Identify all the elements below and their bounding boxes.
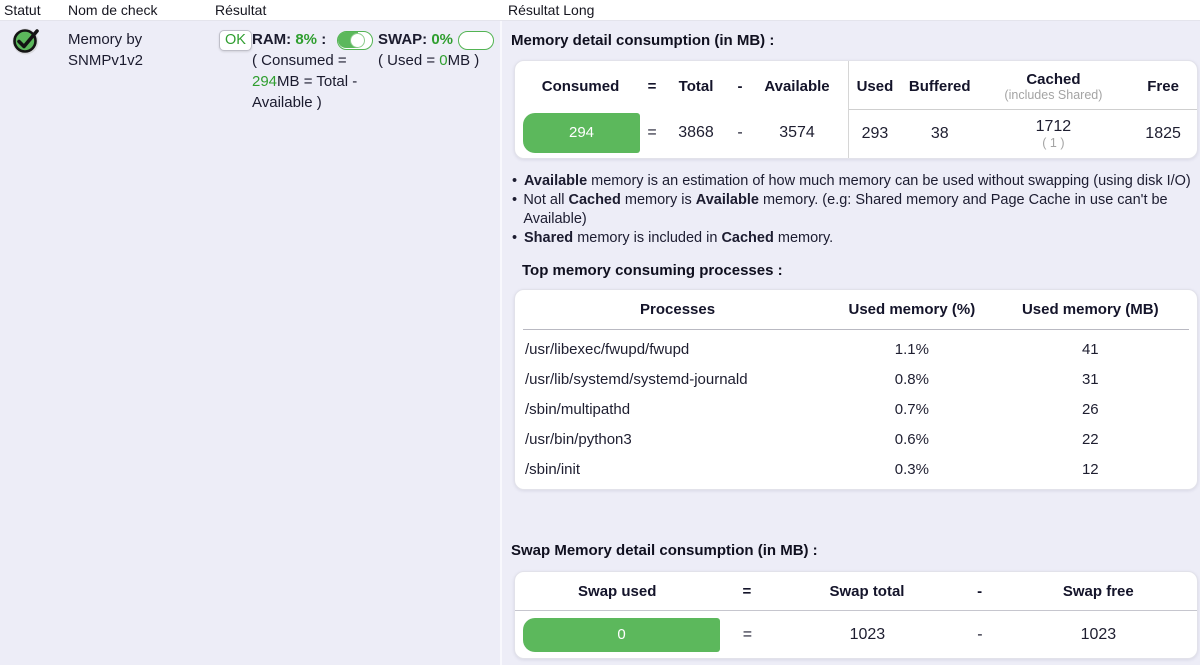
header-buffered: Buffered — [908, 78, 971, 96]
ram-label: RAM: — [252, 31, 292, 48]
ram-note-prefix: ( Consumed = — [252, 52, 347, 69]
header-swap-free: Swap free — [1062, 582, 1134, 600]
process-memory-mb: 31 — [1081, 370, 1099, 388]
bullet-dot: • — [512, 173, 518, 189]
process-name: /sbin/init — [525, 460, 581, 478]
process-memory-mb: 26 — [1081, 400, 1099, 418]
header-used-memory-pct: Used memory (%) — [848, 301, 976, 318]
header-equals: = — [647, 78, 657, 96]
process-row: /sbin/init 0.3% 12 — [523, 454, 1189, 484]
process-name: /usr/bin/python3 — [525, 430, 632, 448]
check-name-line2: SNMPv1v2 — [68, 52, 144, 69]
value-swap-minus: - — [977, 625, 983, 643]
header-available: Available — [764, 78, 830, 96]
column-header-resultat-long: Résultat Long — [508, 2, 595, 18]
value-total: 3868 — [678, 124, 714, 142]
note-available-memory: • Available memory is an estimation of h… — [512, 173, 1191, 189]
header-used: Used — [856, 78, 894, 96]
note-shared-memory: • Shared memory is included in Cached me… — [512, 230, 834, 246]
swap-used-note: ( Used = 0MB ) — [378, 50, 498, 71]
process-memory-pct: 0.7% — [894, 400, 929, 418]
swap-percent-value: 0% — [431, 31, 454, 48]
ram-consumed-note: ( Consumed = 294MB = Total - Available ) — [252, 50, 376, 113]
swap-note-prefix: ( Used = — [378, 52, 440, 69]
header-processes: Processes — [640, 301, 716, 318]
ram-percent-value: 8% — [295, 31, 318, 48]
header-free: Free — [1147, 78, 1179, 96]
memory-detail-title: Memory detail consumption (in MB) : — [511, 32, 775, 49]
consumed-value-bar: 294 — [523, 113, 640, 154]
swap-detail-table: Swap used = Swap total - Swap free 0 = 1… — [514, 571, 1198, 659]
value-available: 3574 — [779, 124, 815, 142]
ram-toggle-knob — [350, 32, 365, 48]
note-cached-memory: • Not all Cached memory is Available mem… — [512, 192, 1168, 227]
header-minus: - — [737, 78, 743, 96]
ram-consumed-value: 294 — [252, 73, 278, 90]
value-cached-main: 1712 — [1035, 117, 1072, 135]
header-consumed: Consumed — [541, 78, 620, 96]
process-row: /usr/libexec/fwupd/fwupd 1.1% 41 — [523, 334, 1189, 364]
swap-used-value: 0 — [439, 52, 448, 69]
value-swap-total: 1023 — [849, 625, 886, 643]
header-swap-used: Swap used — [578, 582, 657, 600]
process-row: /usr/lib/systemd/systemd-journald 0.8% 3… — [523, 364, 1189, 394]
header-swap-equals: = — [742, 582, 752, 600]
header-swap-minus: - — [977, 582, 983, 600]
swap-gauge-toggle[interactable] — [458, 31, 494, 50]
bullet-dot: • — [512, 230, 518, 246]
memory-table-right-section: Used Buffered Cached (includes Shared) F… — [848, 61, 1197, 158]
value-swap-free: 1023 — [1080, 625, 1117, 643]
swap-note-suffix: MB ) — [447, 52, 480, 69]
top-processes-table: Processes Used memory (%) Used memory (M… — [514, 289, 1198, 490]
header-used-memory-mb: Used memory (MB) — [1021, 301, 1159, 318]
status-badge[interactable]: OK — [219, 30, 252, 51]
value-cached: 1712 ( 1 ) — [979, 118, 1129, 150]
value-used: 293 — [861, 124, 889, 142]
ram-gauge-toggle[interactable] — [337, 31, 373, 50]
process-memory-mb: 12 — [1081, 460, 1099, 478]
column-header-statut: Statut — [4, 2, 41, 18]
value-swap-equals: = — [742, 625, 753, 643]
status-ok-check-icon — [11, 26, 41, 56]
header-swap-total: Swap total — [829, 582, 905, 600]
header-cached: Cached (includes Shared) — [979, 71, 1129, 102]
value-minus: - — [737, 124, 743, 142]
process-memory-mb: 22 — [1081, 430, 1099, 448]
resultat-long-pane: Memory detail consumption (in MB) : Cons… — [500, 21, 1200, 665]
memory-notes-list: • Available memory is an estimation of h… — [512, 172, 1194, 248]
swap-label: SWAP: — [378, 31, 428, 48]
process-memory-pct: 0.6% — [894, 430, 929, 448]
swap-used-value-bar: 0 — [523, 617, 720, 652]
process-row: /usr/bin/python3 0.6% 22 — [523, 424, 1189, 454]
column-header-resultat: Résultat — [215, 2, 267, 18]
process-name: /usr/lib/systemd/systemd-journald — [525, 370, 748, 388]
process-name: /usr/libexec/fwupd/fwupd — [525, 340, 690, 358]
bullet-dot: • — [512, 192, 518, 208]
process-name: /sbin/multipathd — [525, 400, 631, 418]
memory-detail-table: Consumed = Total - Available 294 = 3868 … — [514, 60, 1198, 159]
value-equals: = — [647, 124, 657, 142]
header-cached-sub: (includes Shared) — [1004, 88, 1103, 103]
header-total: Total — [678, 78, 714, 96]
swap-detail-title: Swap Memory detail consumption (in MB) : — [511, 542, 818, 559]
table-header-bar: Statut Nom de check Résultat Résultat Lo… — [0, 0, 1200, 21]
column-header-nom-de-check: Nom de check — [68, 2, 158, 18]
check-name-line1: Memory by — [68, 31, 143, 48]
process-memory-mb: 41 — [1081, 340, 1099, 358]
process-memory-pct: 0.8% — [894, 370, 929, 388]
process-row: /sbin/multipathd 0.7% 26 — [523, 394, 1189, 424]
check-name: Memory by SNMPv1v2 — [68, 29, 143, 71]
top-processes-title: Top memory consuming processes : — [522, 262, 783, 279]
header-cached-main: Cached — [1026, 71, 1081, 89]
value-buffered: 38 — [930, 124, 949, 142]
process-memory-pct: 1.1% — [894, 340, 929, 358]
process-memory-pct: 0.3% — [894, 460, 929, 478]
memory-table-left-section: Consumed = Total - Available 294 = 3868 … — [515, 61, 848, 158]
value-cached-sub: ( 1 ) — [1042, 135, 1065, 150]
value-free: 1825 — [1145, 124, 1181, 142]
ram-colon: : — [321, 31, 327, 48]
